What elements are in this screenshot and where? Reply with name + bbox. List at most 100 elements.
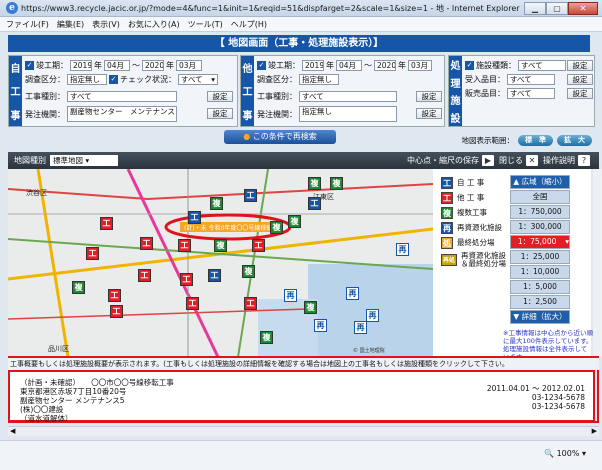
map-type-select[interactable]: 標準地図 ▾ [50, 155, 118, 166]
display-expand-button[interactable]: 拡 大 [557, 135, 592, 146]
save-center-label[interactable]: 中心点・縮尺の保存 [407, 155, 479, 166]
info-tel: 03-1234-5678 [531, 402, 585, 411]
zoom-level-option[interactable]: 全国 [510, 190, 570, 204]
map-marker[interactable]: 再 [284, 289, 297, 302]
map-marker[interactable]: 工 [180, 273, 193, 286]
other-year-from-input[interactable]: 2019 [302, 60, 324, 71]
map-marker[interactable]: 工 [308, 197, 321, 210]
close-label[interactable]: 閉じる [499, 155, 523, 166]
maximize-button[interactable]: ▢ [546, 2, 568, 15]
own-kind-set-button[interactable]: 設定 [207, 91, 233, 102]
other-orderer-set-button[interactable]: 設定 [416, 108, 442, 119]
map-marker[interactable]: 再 [314, 319, 327, 332]
zoom-level-option[interactable]: 1：25,000 [510, 250, 570, 264]
map-canvas[interactable]: (計)・未 令和0年度〇〇号線移転工事 渋谷区 江東区 品川区 © 国土地理院 … [8, 169, 433, 357]
other-year-to-input[interactable]: 2020 [374, 60, 396, 71]
map-marker[interactable]: 複 [214, 239, 227, 252]
map-marker[interactable]: 再 [346, 287, 359, 300]
menu-file[interactable]: ファイル(F) [6, 19, 49, 30]
map-marker[interactable]: 工 [100, 217, 113, 230]
zoom-level-option[interactable]: 1：300,000 [510, 220, 570, 234]
map-marker[interactable]: 複 [270, 221, 283, 234]
facility-sell-label: 販売品目： [465, 89, 505, 98]
scroll-right-icon[interactable]: ▶ [592, 427, 597, 435]
zoom-level-option[interactable]: 1：2,500 [510, 295, 570, 309]
zoom-in-button[interactable]: ▼ 詳細（拡大） [510, 310, 570, 324]
info-line[interactable]: （計画・未確認） 〇〇市〇〇号線移転工事 [20, 378, 174, 387]
own-year-to-input[interactable]: 2020 [142, 60, 164, 71]
map-marker[interactable]: 工 [140, 237, 153, 250]
map-marker[interactable]: 複 [330, 177, 343, 190]
zoom-level-option[interactable]: 1：75,000 [510, 235, 570, 249]
map-marker[interactable]: 工 [86, 247, 99, 260]
other-survey-select[interactable]: 指定無し [299, 74, 339, 85]
save-arrow-icon[interactable]: ▶ [482, 155, 494, 166]
facility-kind-checkbox[interactable]: ✓ [465, 61, 474, 70]
own-check-select[interactable]: すべて [178, 74, 218, 85]
zoom-level-option[interactable]: 1：10,000 [510, 265, 570, 279]
zoom-level-option[interactable]: 1：750,000 [510, 205, 570, 219]
map-marker[interactable]: 工 [244, 189, 257, 202]
help-question-icon[interactable]: ? [578, 155, 590, 166]
menu-edit[interactable]: 編集(E) [57, 19, 84, 30]
map-marker[interactable]: 再 [396, 243, 409, 256]
map-marker[interactable]: 工 [252, 239, 265, 252]
map-type-label: 地図種別 [14, 156, 46, 165]
own-period-checkbox[interactable]: ✓ [25, 61, 34, 70]
expressway [36, 169, 70, 357]
menu-view[interactable]: 表示(V) [92, 19, 120, 30]
map-marker[interactable]: 再 [354, 321, 367, 334]
facility-sell-set-button[interactable]: 設定 [567, 88, 593, 99]
legend-icon: 再処 [441, 254, 457, 266]
facility-accept-set-button[interactable]: 設定 [567, 74, 593, 85]
other-orderer-label: 発注機関： [257, 109, 297, 119]
map-marker[interactable]: 工 [138, 269, 151, 282]
map-marker[interactable]: 工 [108, 289, 121, 302]
menu-help[interactable]: ヘルプ(H) [231, 19, 267, 30]
zoom-level[interactable]: 🔍 100% ▾ [544, 449, 586, 458]
map-marker[interactable]: 複 [260, 331, 273, 344]
display-standard-button[interactable]: 標 準 [518, 135, 553, 146]
info-period: 2011.04.01 ～ 2012.02.01 [486, 384, 585, 393]
map-marker[interactable]: 工 [110, 305, 123, 318]
own-month-from-select[interactable]: 04月 [104, 60, 130, 71]
vertical-scrollbar[interactable] [593, 169, 602, 357]
own-year-from-input[interactable]: 2019 [70, 60, 92, 71]
menu-favorites[interactable]: お気に入り(A) [128, 19, 180, 30]
zoom-level-option[interactable]: 1：5,000 [510, 280, 570, 294]
map-marker[interactable]: 工 [178, 239, 191, 252]
other-month-to-select[interactable]: 03月 [408, 60, 432, 71]
own-survey-select[interactable]: 指定無し [67, 74, 107, 85]
zoom-out-button[interactable]: ▲ 広域（縮小） [510, 175, 570, 189]
scroll-left-icon[interactable]: ◀ [10, 427, 15, 435]
map-marker[interactable]: 工 [244, 297, 257, 310]
own-orderer-set-button[interactable]: 設定 [207, 108, 233, 119]
close-x-icon[interactable]: ✕ [526, 155, 538, 166]
map-marker[interactable]: 複 [288, 215, 301, 228]
map-marker[interactable]: 複 [308, 177, 321, 190]
close-window-button[interactable]: ✕ [568, 2, 598, 15]
help-label[interactable]: 操作説明 [543, 155, 575, 166]
facility-kind-set-button[interactable]: 設定 [567, 60, 593, 71]
own-kind-label: 工事種別： [25, 92, 65, 101]
other-period-checkbox[interactable]: ✓ [257, 61, 266, 70]
own-kind-field: すべて [67, 91, 177, 102]
other-month-from-select[interactable]: 04月 [336, 60, 362, 71]
menu-tools[interactable]: ツール(T) [188, 19, 223, 30]
map-marker[interactable]: 複 [242, 265, 255, 278]
legend-panel: 工自 工 事工他 工 事複複数工事再再資源化施設処最終処分場 再処 再資源化施設 ＆… [433, 169, 593, 361]
map-marker[interactable]: 再 [366, 309, 379, 322]
own-month-to-select[interactable]: 03月 [176, 60, 202, 71]
map-marker[interactable]: 複 [210, 197, 223, 210]
map-marker[interactable]: 複 [304, 301, 317, 314]
legend-item: 工他 工 事 [441, 192, 484, 204]
other-kind-set-button[interactable]: 設定 [416, 91, 442, 102]
map-marker[interactable]: 工 [208, 269, 221, 282]
map-marker[interactable]: 工 [186, 297, 199, 310]
own-check-checkbox[interactable]: ✓ [109, 75, 118, 84]
research-button[interactable]: ● この条件で再検索 [224, 130, 336, 144]
minimize-button[interactable]: ▁ [524, 2, 546, 15]
map-marker[interactable]: 複 [72, 281, 85, 294]
map-marker[interactable]: 工 [188, 211, 201, 224]
horizontal-scrollbar[interactable]: ◀ ▶ [8, 426, 599, 436]
